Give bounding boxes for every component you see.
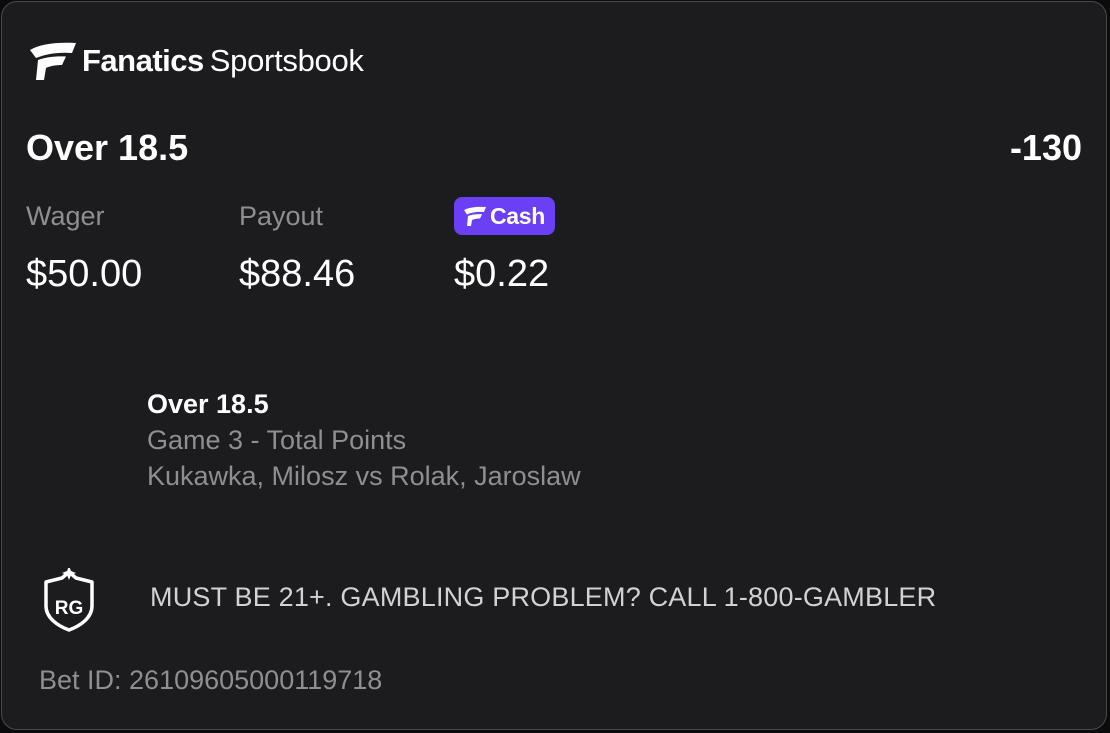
leg-event: Kukawka, Milosz vs Rolak, Jaroslaw [147,461,581,491]
bet-leg: Over 18.5 Game 3 - Total Points Kukawka,… [147,386,581,494]
brand-name-primary: Fanatics [82,43,204,78]
bet-title: Over 18.5 [26,127,189,168]
fancash-badge: Cash [454,197,556,235]
rg-shield-icon: RG [44,568,94,632]
leg-selection: Over 18.5 [147,389,269,419]
bet-slip-card: Fanatics Sportsbook Over 18.5 -130 Wager… [1,1,1107,730]
fancash-badge-label: Cash [490,203,546,229]
brand-name-secondary: Sportsbook [209,43,364,78]
wager-value: $50.00 [26,253,143,295]
responsible-gaming-message: MUST BE 21+. GAMBLING PROBLEM? CALL 1-80… [150,582,937,612]
fancash-label-row: Cash [454,197,556,235]
fanatics-f-icon [464,206,486,226]
bet-odds: -130 [1009,127,1082,168]
fancash-stat: Cash $0.22 [454,197,556,297]
brand-logo: Fanatics Sportsbook [26,38,364,84]
wager-label: Wager [26,201,105,231]
fancash-value: $0.22 [454,253,550,295]
bet-id: Bet ID: 26109605000119718 [39,665,383,695]
payout-value: $88.46 [239,253,356,295]
payout-label: Payout [239,201,324,231]
fanatics-logo-icon [30,42,76,80]
responsible-gaming-notice: RG MUST BE 21+. GAMBLING PROBLEM? CALL 1… [38,568,936,632]
rg-icon-text: RG [55,598,84,619]
payout-stat: Payout $88.46 [239,198,355,297]
wager-stat: Wager $50.00 [26,198,142,297]
leg-market: Game 3 - Total Points [147,425,407,455]
